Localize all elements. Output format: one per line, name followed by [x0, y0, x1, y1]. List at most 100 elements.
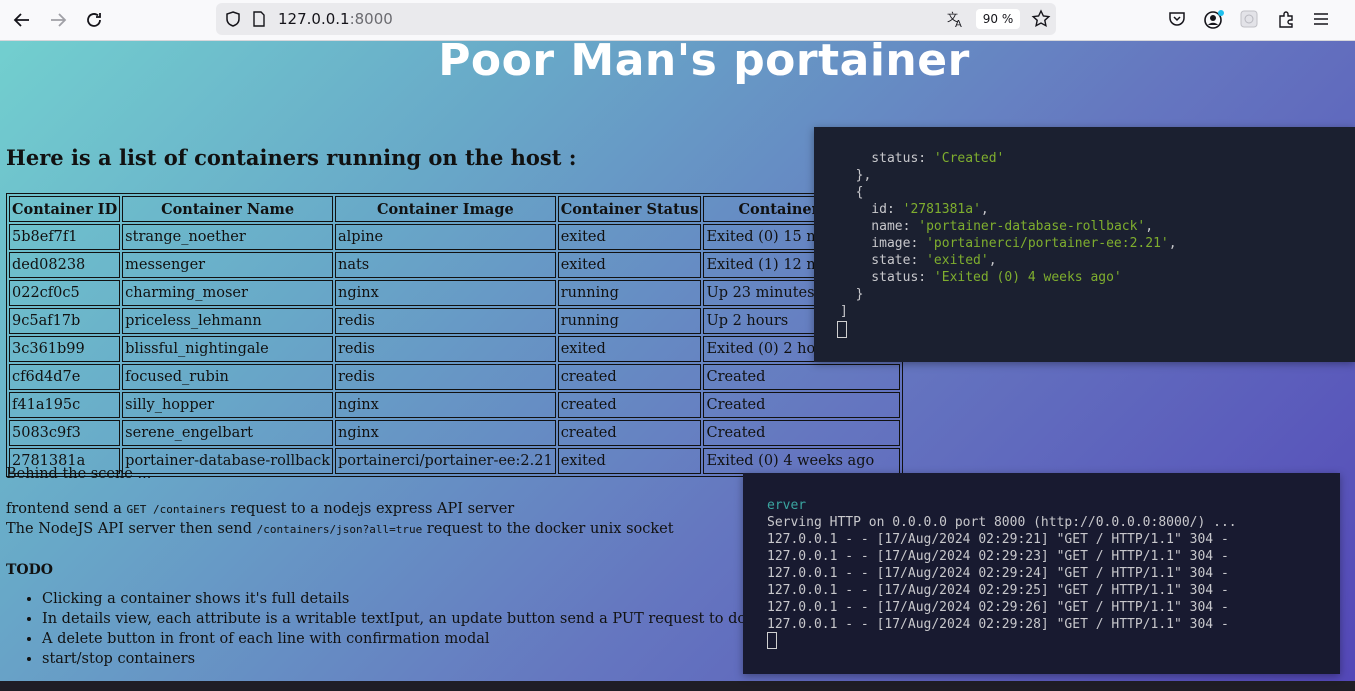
terminal-token: 'exited'	[926, 253, 989, 268]
terminal-token: name:	[840, 219, 919, 234]
frontend-line: frontend send a GET /containers request …	[6, 501, 514, 517]
page-icon[interactable]	[252, 11, 266, 31]
terminal-cursor	[837, 321, 847, 338]
cell-container-state: Exited (0) 4 weeks ago	[703, 448, 900, 474]
cell-container-id: 5b8ef7f1	[9, 224, 121, 250]
terminal-line: id: '2781381a',	[840, 201, 1177, 218]
svg-text:A: A	[955, 19, 962, 29]
terminal-token: ,	[980, 202, 989, 217]
terminal-token: ]	[840, 304, 848, 319]
frontend-code: GET /containers	[126, 503, 226, 516]
terminal-token: '2781381a'	[902, 202, 981, 217]
terminal-log-line: 127.0.0.1 - - [17/Aug/2024 02:29:26] "GE…	[767, 600, 1229, 615]
cell-container-id: f41a195c	[9, 392, 121, 418]
nodejs-text-b: request to the docker unix socket	[422, 521, 674, 537]
cell-container-image: alpine	[335, 224, 556, 250]
table-row[interactable]: 022cf0c5 charming_moser nginx running Up 23 …	[9, 280, 900, 306]
cell-container-name: portainer-database-rollback	[122, 448, 333, 474]
terminal-token: 'portainerci/portainer-ee:2.21'	[926, 236, 1169, 251]
terminal-line: status: 'Exited (0) 4 weeks ago'	[840, 269, 1177, 286]
cell-container-state: Created	[703, 392, 900, 418]
terminal-log-line: 127.0.0.1 - - [17/Aug/2024 02:29:25] "GE…	[767, 583, 1229, 598]
todo-item: start/stop containers	[42, 649, 779, 669]
terminal-log: erver Serving HTTP on 0.0.0.0 port 8000 …	[767, 497, 1237, 633]
frontend-text-a: frontend send a	[6, 501, 127, 517]
cell-container-image: redis	[335, 308, 556, 334]
terminal-token: status:	[840, 151, 934, 166]
table-row[interactable]: f41a195c silly_hopper nginx created Created	[9, 392, 900, 418]
terminal-token: 'Created'	[933, 151, 1005, 166]
terminal-log-line: 127.0.0.1 - - [17/Aug/2024 02:29:24] "GE…	[767, 566, 1229, 581]
cell-container-image: nginx	[335, 280, 556, 306]
table-row[interactable]: 5083c9f3 serene_engelbart nginx created Crea…	[9, 420, 900, 446]
table-row[interactable]: 3c361b99 blissful_nightingale redis exited E…	[9, 336, 900, 362]
browser-toolbar: 127.0.0.1:8000 文A 90 %	[0, 0, 1355, 41]
pocket-icon[interactable]	[1168, 10, 1186, 32]
nodejs-text-a: The NodeJS API server then send	[6, 521, 257, 537]
cell-container-state: Created	[703, 420, 900, 446]
bookmark-star-icon[interactable]	[1031, 9, 1051, 33]
table-header-row: Container ID Container Name Container Im…	[9, 196, 900, 222]
table-row[interactable]: ded08238 messenger nats exited Exited (1) 12…	[9, 252, 900, 278]
terminal-log-line: Serving HTTP on 0.0.0.0 port 8000 (http:…	[767, 515, 1237, 530]
terminal-window-http-server[interactable]: erver Serving HTTP on 0.0.0.0 port 8000 …	[743, 473, 1340, 674]
cell-container-name: strange_noether	[122, 224, 333, 250]
terminal-token: {	[840, 185, 864, 200]
cell-container-name: serene_engelbart	[122, 420, 333, 446]
terminal-token: 'Exited (0) 4 weeks ago'	[933, 270, 1122, 285]
account-icon[interactable]	[1203, 9, 1225, 35]
cell-container-name: silly_hopper	[122, 392, 333, 418]
extension-icon[interactable]	[1240, 10, 1258, 32]
table-row[interactable]: 9c5af17b priceless_lehmann redis running Up …	[9, 308, 900, 334]
terminal-window-node-output[interactable]: status: 'Created' }, { id: '2781381a', n…	[814, 127, 1355, 362]
terminal-token: 'portainer-database-rollback'	[918, 219, 1146, 234]
cell-container-status: running	[557, 308, 702, 334]
terminal-cursor	[767, 632, 777, 649]
cell-container-image: nginx	[335, 392, 556, 418]
url-host: 127.0.0.1	[278, 10, 350, 28]
terminal-line: }	[840, 286, 1177, 303]
zoom-level-button[interactable]: 90 %	[976, 9, 1020, 29]
terminal-line: },	[840, 167, 1177, 184]
cell-container-id: 022cf0c5	[9, 280, 121, 306]
shield-icon[interactable]	[224, 10, 242, 32]
containers-table: Container ID Container Name Container Im…	[6, 193, 903, 477]
terminal-line-partial: erver	[767, 498, 807, 513]
terminal-token: image:	[840, 236, 927, 251]
terminal-line: {	[840, 184, 1177, 201]
cell-container-id: 9c5af17b	[9, 308, 121, 334]
header-container-status: Container Status	[557, 196, 702, 222]
cell-container-image: nginx	[335, 420, 556, 446]
cell-container-id: 5083c9f3	[9, 420, 121, 446]
extensions-puzzle-icon[interactable]	[1277, 10, 1295, 32]
cell-container-status: created	[557, 420, 702, 446]
cell-container-status: running	[557, 280, 702, 306]
table-row[interactable]: cf6d4d7e focused_rubin redis created Created	[9, 364, 900, 390]
cell-container-status: exited	[557, 448, 702, 474]
terminal-line: name: 'portainer-database-rollback',	[840, 218, 1177, 235]
page-subtitle: Here is a list of containers running on …	[6, 145, 577, 170]
terminal-line: state: 'exited',	[840, 252, 1177, 269]
url-port: :8000	[349, 10, 393, 28]
terminal-log-line: 127.0.0.1 - - [17/Aug/2024 02:29:21] "GE…	[767, 532, 1229, 547]
cell-container-name: focused_rubin	[122, 364, 333, 390]
menu-hamburger-icon[interactable]	[1312, 10, 1330, 32]
frontend-text-b: request to a nodejs express API server	[225, 501, 515, 517]
table-row[interactable]: 5b8ef7f1 strange_noether alpine exited Exite…	[9, 224, 900, 250]
url-bar[interactable]: 127.0.0.1:8000 文A 90 %	[216, 3, 1056, 35]
terminal-line: image: 'portainerci/portainer-ee:2.21',	[840, 235, 1176, 252]
cell-container-id: cf6d4d7e	[9, 364, 121, 390]
url-text[interactable]: 127.0.0.1:8000	[278, 10, 393, 28]
cell-container-image: redis	[335, 364, 556, 390]
nodejs-line: The NodeJS API server then send /contain…	[6, 521, 674, 537]
todo-heading: TODO	[6, 562, 53, 578]
back-arrow-icon[interactable]	[10, 8, 34, 32]
terminal-line: status: 'Created'	[840, 150, 1177, 167]
cell-container-image: redis	[335, 336, 556, 362]
behind-text: Behind the scene ...	[6, 466, 152, 482]
cell-container-name: priceless_lehmann	[122, 308, 333, 334]
forward-arrow-icon[interactable]	[46, 8, 70, 32]
cell-container-image: nats	[335, 252, 556, 278]
reload-icon[interactable]	[82, 8, 106, 32]
translate-icon[interactable]: 文A	[946, 9, 966, 33]
